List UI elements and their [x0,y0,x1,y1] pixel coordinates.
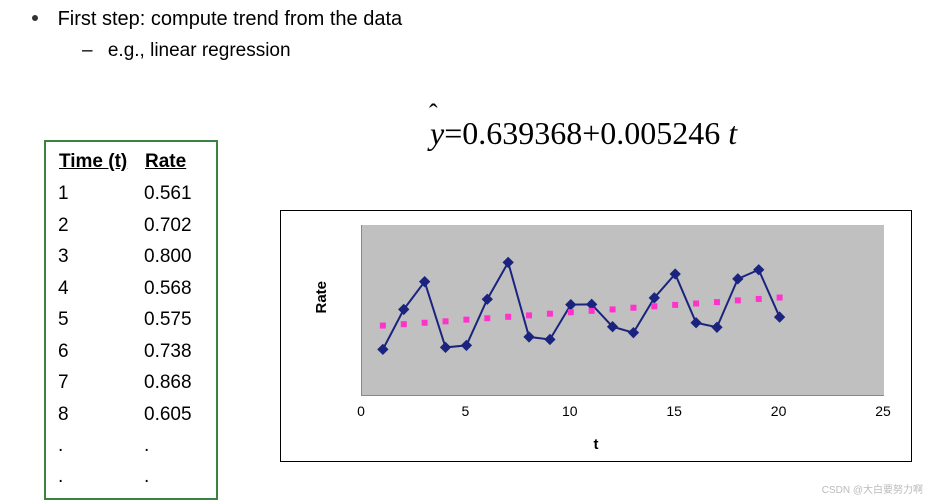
cell-rate: 0.605 [144,400,204,429]
table-row: 40.568 [58,274,204,303]
data-point-square [380,323,386,329]
eq-var: t [728,115,737,151]
data-point-square [547,311,553,317]
table-row: 80.605 [58,400,204,429]
bullet-text: First step: compute trend from the data [58,8,403,30]
cell-time: . [58,431,142,460]
table-row: 50.575 [58,305,204,334]
cell-time: 8 [58,400,142,429]
table-row: 30.800 [58,242,204,271]
eq-eq: = [444,115,462,151]
cell-time: 6 [58,337,142,366]
table-row: .. [58,462,204,491]
data-point-square [610,306,616,312]
data-point-square [714,299,720,305]
data-point-square [630,305,636,311]
data-point-square [443,318,449,324]
data-table: Time (t) Rate 10.56120.70230.80040.56850… [44,140,218,500]
cell-rate: 0.561 [144,179,204,208]
x-tick-label: 5 [450,403,480,419]
table-row: 60.738 [58,337,204,366]
data-point-diamond [628,327,639,338]
table-row: 10.561 [58,179,204,208]
x-tick-label: 25 [868,403,898,419]
cell-time: . [58,462,142,491]
dash-icon: – [82,40,93,61]
table-row: 70.868 [58,368,204,397]
cell-time: 7 [58,368,142,397]
data-point-square [589,308,595,314]
cell-rate: . [144,431,204,460]
data-point-square [672,302,678,308]
cell-rate: 0.702 [144,211,204,240]
data-point-square [568,309,574,315]
chart-svg [362,225,884,395]
cell-time: 3 [58,242,142,271]
data-point-square [463,317,469,323]
eq-plus: + [582,115,600,151]
hat-symbol: ˆ [429,99,438,129]
data-point-square [422,320,428,326]
data-point-diamond [440,342,451,353]
plot-area [361,225,884,396]
data-point-diamond [690,317,701,328]
data-point-diamond [482,294,493,305]
data-point-square [505,314,511,320]
data-point-diamond [753,264,764,275]
x-tick-label: 0 [346,403,376,419]
table-header-rate: Rate [144,146,204,177]
data-point-square [756,296,762,302]
data-point-square [651,303,657,309]
bullet-dot-icon [32,15,38,21]
data-point-square [735,297,741,303]
table-row: 20.702 [58,211,204,240]
chart-container: Rate 0 5 10 15 20 25 t [280,210,912,462]
data-point-diamond [461,340,472,351]
dash-text: e.g., linear regression [108,40,291,61]
series-line [383,262,780,349]
data-point-diamond [565,299,576,310]
cell-rate: 0.575 [144,305,204,334]
data-point-square [401,321,407,327]
data-point-square [484,315,490,321]
sub-bullet: – e.g., linear regression [82,40,291,62]
cell-rate: 0.868 [144,368,204,397]
watermark-text: CSDN @大白要努力啊 [822,481,923,496]
data-point-square [526,312,532,318]
table-row: .. [58,431,204,460]
x-tick-label: 10 [555,403,585,419]
y-axis-label: Rate [313,281,330,314]
data-point-square [693,300,699,306]
cell-rate: 0.568 [144,274,204,303]
cell-rate: . [144,462,204,491]
cell-rate: 0.738 [144,337,204,366]
data-point-diamond [732,273,743,284]
regression-equation: ˆ y=0.639368+0.005246 t [430,115,737,152]
x-tick-label: 15 [659,403,689,419]
data-point-diamond [774,311,785,322]
cell-time: 1 [58,179,142,208]
cell-time: 4 [58,274,142,303]
data-point-square [777,295,783,301]
x-axis-label: t [281,436,911,453]
x-tick-label: 20 [764,403,794,419]
data-point-diamond [377,344,388,355]
cell-time: 5 [58,305,142,334]
cell-time: 2 [58,211,142,240]
bullet-main: First step: compute trend from the data [32,8,402,31]
cell-rate: 0.800 [144,242,204,271]
table-header-time: Time (t) [58,146,142,177]
eq-a: 0.639368 [462,115,582,151]
data-point-diamond [711,322,722,333]
data-point-diamond [503,257,514,268]
eq-b: 0.005246 [600,115,720,151]
data-point-diamond [544,334,555,345]
data-point-diamond [523,331,534,342]
